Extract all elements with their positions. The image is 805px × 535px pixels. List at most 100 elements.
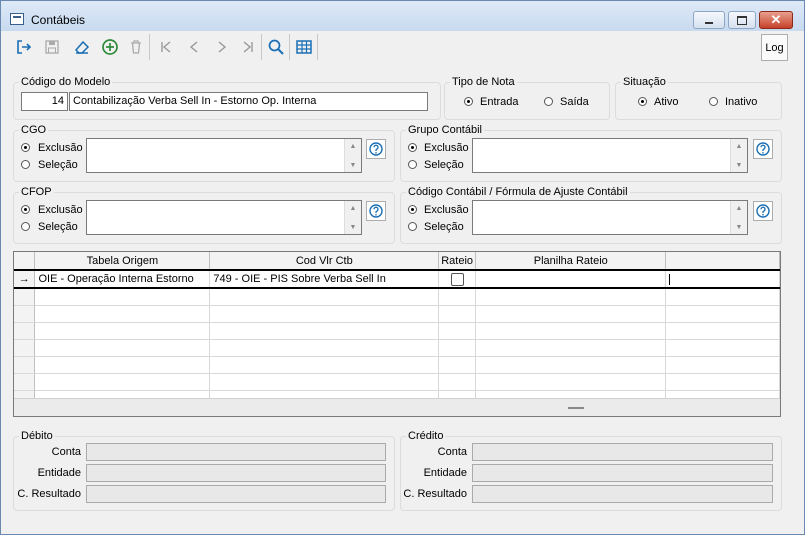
codigo-contabil-selecao-radio[interactable] [408,222,417,231]
codigo-contabil-label: Código Contábil / Fórmula de Ajuste Cont… [406,186,630,198]
first-record-button[interactable] [153,34,179,60]
debito-conta-label: Conta [51,446,81,458]
column-header-cod-vlr-ctb[interactable]: Cod Vlr Ctb [209,252,440,271]
cfop-selecao-radio[interactable] [21,222,30,231]
cgo-selecao-radio[interactable] [21,160,30,169]
tipo-nota-entrada-label: Entrada [480,96,519,108]
rateio-checkbox[interactable] [450,272,464,286]
scroll-up-icon[interactable]: ▲ [345,201,361,215]
scroll-down-icon[interactable]: ▼ [731,220,747,234]
cgo-exclusao-radio[interactable] [21,143,30,152]
credito-conta-field[interactable] [472,443,773,461]
cgo-listbox[interactable]: ▲ ▼ [86,138,362,173]
exit-button[interactable] [11,34,37,60]
grid-footer [14,398,780,416]
cell-extra[interactable] [665,269,780,289]
close-button[interactable]: ✕ [759,11,793,29]
help-icon [756,204,770,218]
table-row[interactable] [14,305,780,323]
credito-entidade-label: Entidade [423,467,467,479]
debito-c-resultado-field[interactable] [86,485,386,503]
cfop-scrollbar[interactable]: ▲ ▼ [344,201,361,234]
cell-rateio[interactable] [438,269,477,289]
cfop-listbox[interactable]: ▲ ▼ [86,200,362,235]
cell-cod-vlr-ctb[interactable]: 749 - OIE - PIS Sobre Verba Sell In [209,269,440,289]
table-view-button[interactable] [291,34,318,60]
modelo-code-field[interactable]: 14 [21,92,68,111]
cfop-exclusao-label: Exclusão [38,204,83,216]
scroll-up-icon[interactable]: ▲ [345,139,361,153]
cgo-label: CGO [19,124,49,136]
table-row[interactable] [14,356,780,374]
next-record-button[interactable] [209,34,235,60]
table-row[interactable] [14,322,780,340]
cgo-selecao-label: Seleção [38,159,78,171]
help-icon [369,204,383,218]
debito-entidade-field[interactable] [86,464,386,482]
cgo-scrollbar[interactable]: ▲ ▼ [344,139,361,172]
add-button[interactable] [97,34,123,60]
table-row[interactable]: → OIE - Operação Interna Estorno 749 - O… [14,269,780,289]
search-button[interactable] [263,34,290,60]
cell-tabela-origem[interactable]: OIE - Operação Interna Estorno [34,269,211,289]
column-header-extra[interactable] [665,252,780,271]
minimize-icon [705,22,713,24]
grupo-contabil-exclusao-radio[interactable] [408,143,417,152]
delete-button[interactable] [123,34,150,60]
column-header-planilha-rateio[interactable]: Planilha Rateio [475,252,667,271]
last-record-button[interactable] [235,34,262,60]
window-title: Contábeis [31,13,86,27]
data-grid[interactable]: Tabela Origem Cod Vlr Ctb Rateio Planilh… [13,251,781,417]
modelo-description-field[interactable]: Contabilização Verba Sell In - Estorno O… [69,92,428,111]
scroll-up-icon[interactable]: ▲ [731,201,747,215]
scroll-down-icon[interactable]: ▼ [731,158,747,172]
situacao-inativo-radio[interactable] [709,97,718,106]
scroll-down-icon[interactable]: ▼ [345,158,361,172]
table-row[interactable] [14,339,780,357]
credito-label: Crédito [406,430,446,442]
scroll-down-icon[interactable]: ▼ [345,220,361,234]
codigo-contabil-exclusao-radio[interactable] [408,205,417,214]
codigo-contabil-exclusao-label: Exclusão [424,204,469,216]
credito-entidade-field[interactable] [472,464,773,482]
situacao-ativo-radio[interactable] [638,97,647,106]
maximize-button[interactable] [728,11,756,29]
grupo-contabil-scrollbar[interactable]: ▲ ▼ [730,139,747,172]
tipo-nota-entrada-radio[interactable] [464,97,473,106]
column-header-tabela-origem[interactable]: Tabela Origem [34,252,211,271]
minimize-button[interactable] [693,11,725,29]
save-button[interactable] [39,34,65,60]
grupo-contabil-help-button[interactable] [753,139,773,159]
tipo-nota-label: Tipo de Nota [450,76,517,88]
table-icon [296,40,312,54]
grupo-contabil-selecao-radio[interactable] [408,160,417,169]
codigo-contabil-help-button[interactable] [753,201,773,221]
close-icon: ✕ [770,12,782,27]
add-icon [102,39,118,55]
codigo-contabil-scrollbar[interactable]: ▲ ▼ [730,201,747,234]
clear-button[interactable] [69,34,95,60]
scroll-up-icon[interactable]: ▲ [731,139,747,153]
log-button[interactable]: Log [761,34,788,61]
grupo-contabil-listbox[interactable]: ▲ ▼ [472,138,748,173]
column-header-rateio[interactable]: Rateio [438,252,477,271]
cfop-selecao-label: Seleção [38,221,78,233]
debito-conta-field[interactable] [86,443,386,461]
grid-table: Tabela Origem Cod Vlr Ctb Rateio Planilh… [14,252,780,408]
cfop-exclusao-radio[interactable] [21,205,30,214]
tipo-nota-saida-radio[interactable] [544,97,553,106]
last-record-icon [243,41,253,53]
cfop-help-button[interactable] [366,201,386,221]
resize-grip-icon[interactable] [568,407,584,409]
table-row[interactable] [14,288,780,306]
eraser-icon [74,40,90,54]
previous-record-button[interactable] [181,34,207,60]
table-row[interactable] [14,373,780,391]
debito-c-resultado-label: C. Resultado [17,488,81,500]
cell-planilha-rateio[interactable] [475,269,667,289]
search-icon [268,39,284,55]
maximize-icon [737,15,747,25]
codigo-contabil-listbox[interactable]: ▲ ▼ [472,200,748,235]
cgo-help-button[interactable] [366,139,386,159]
credito-c-resultado-field[interactable] [472,485,773,503]
